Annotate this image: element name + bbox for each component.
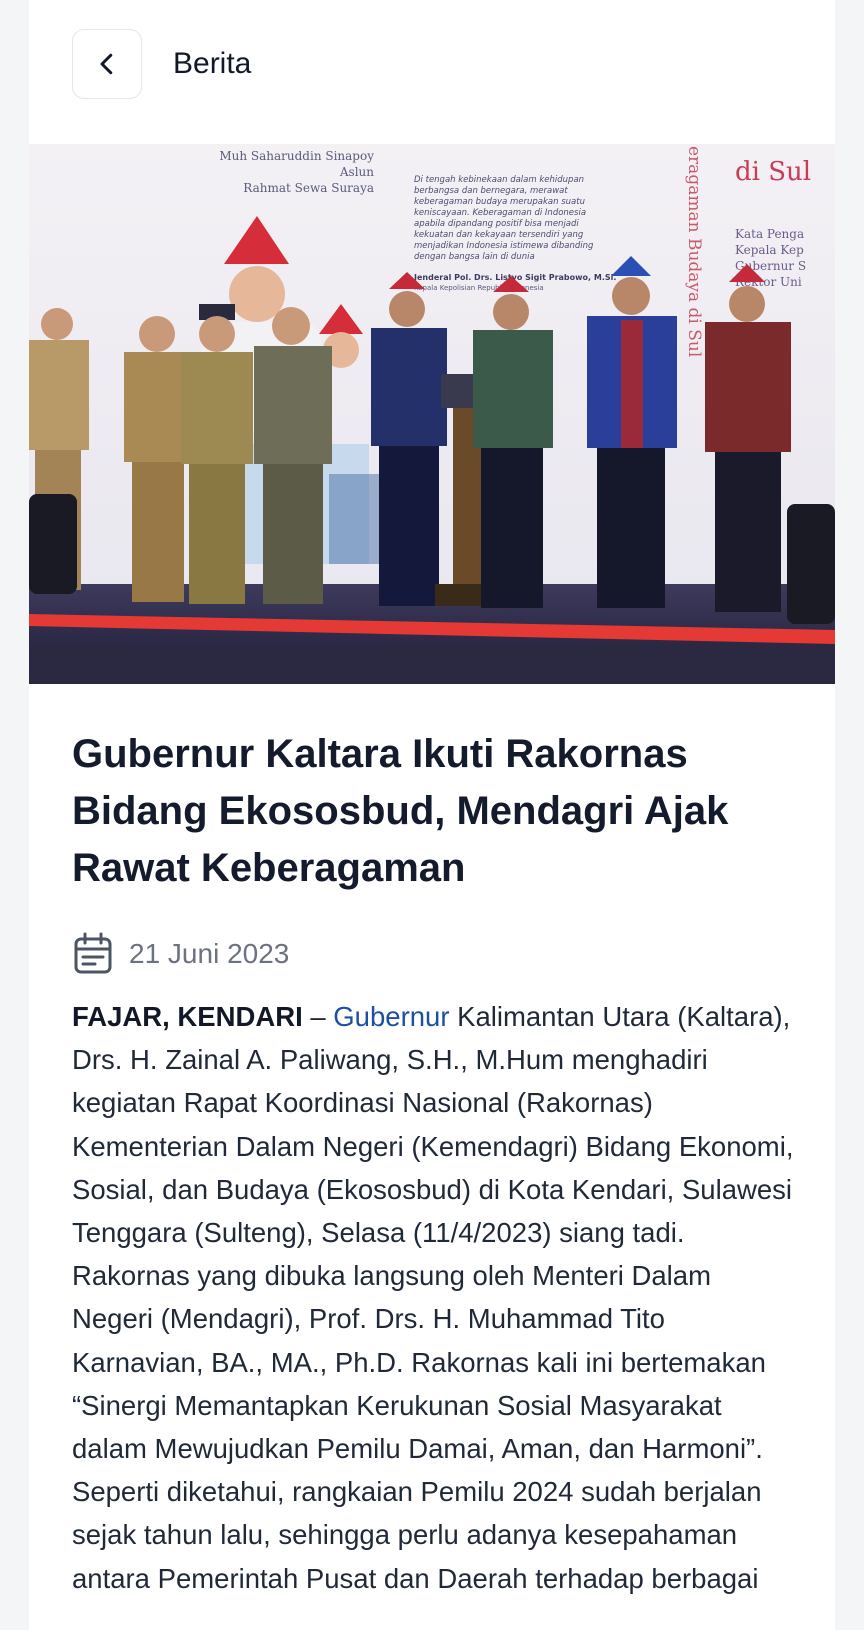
svg-text:Kepala Kep: Kepala Kep — [735, 243, 804, 257]
svg-text:keberagaman budaya merupakan s: keberagaman budaya merupakan suatu — [414, 197, 585, 207]
svg-text:Di tengah kebinekaan dalam keh: Di tengah kebinekaan dalam kehidupan — [414, 175, 584, 185]
calendar-icon — [74, 932, 112, 974]
svg-text:apabila dipandang positif bisa: apabila dipandang positif bisa menjadi — [414, 219, 579, 229]
paragraph-1: FAJAR, KENDARI – Gubernur Kalimantan Uta… — [72, 995, 796, 1254]
svg-text:berbangsa dan bernegara, meraw: berbangsa dan bernegara, merawat — [414, 186, 568, 196]
svg-text:eragaman Budaya di Sul: eragaman Budaya di Sul — [684, 146, 704, 357]
article-body: Gubernur Kaltara Ikuti Rakornas Bidang E… — [72, 726, 796, 1600]
page-title: Berita — [173, 47, 252, 80]
publish-date: 21 Juni 2023 — [129, 938, 290, 969]
chevron-left-icon — [100, 53, 113, 75]
date-row: 21 Juni 2023 — [72, 931, 796, 977]
link-gubernur[interactable]: Gubernur — [333, 1001, 449, 1032]
svg-text:keniscayaan. Keberagaman di In: keniscayaan. Keberagaman di Indonesia — [414, 208, 586, 218]
news-hero-image: Muh Saharuddin Sinapoy Aslun Rahmat Sewa… — [29, 144, 835, 684]
dateline: FAJAR, KENDARI — [72, 1001, 303, 1032]
paragraph-2: Rakornas yang dibuka langsung oleh Mente… — [72, 1260, 766, 1594]
svg-text:dengan bangsa lain di dunia: dengan bangsa lain di dunia — [414, 252, 535, 262]
dateline-dash: – — [302, 1001, 334, 1032]
top-bar: Berita — [29, 0, 835, 144]
svg-text:menjadikan Indonesia istimewa: menjadikan Indonesia istimewa dibanding — [414, 241, 594, 251]
article-title: Gubernur Kaltara Ikuti Rakornas Bidang E… — [72, 732, 729, 890]
article-content: FAJAR, KENDARI – Gubernur Kalimantan Uta… — [72, 995, 796, 1600]
svg-text:Kata Penga: Kata Penga — [735, 227, 804, 241]
banner-name-1: Muh Saharuddin Sinapoy — [219, 149, 374, 163]
paragraph-1-text: Kalimantan Utara (Kaltara), Drs. H. Zain… — [72, 1001, 794, 1249]
banner-name-3: Rahmat Sewa Suraya — [243, 181, 374, 195]
event-photo: Muh Saharuddin Sinapoy Aslun Rahmat Sewa… — [29, 144, 835, 684]
article-page: Berita Muh Saharuddin Sinapoy Aslun Rahm… — [29, 0, 835, 1630]
banner-name-2: Aslun — [339, 165, 374, 179]
svg-text:di Sul: di Sul — [735, 157, 811, 187]
back-button[interactable] — [72, 29, 142, 99]
svg-text:kekuatan dan kekayaan tersendi: kekuatan dan kekayaan tersendiri yang — [414, 230, 584, 240]
